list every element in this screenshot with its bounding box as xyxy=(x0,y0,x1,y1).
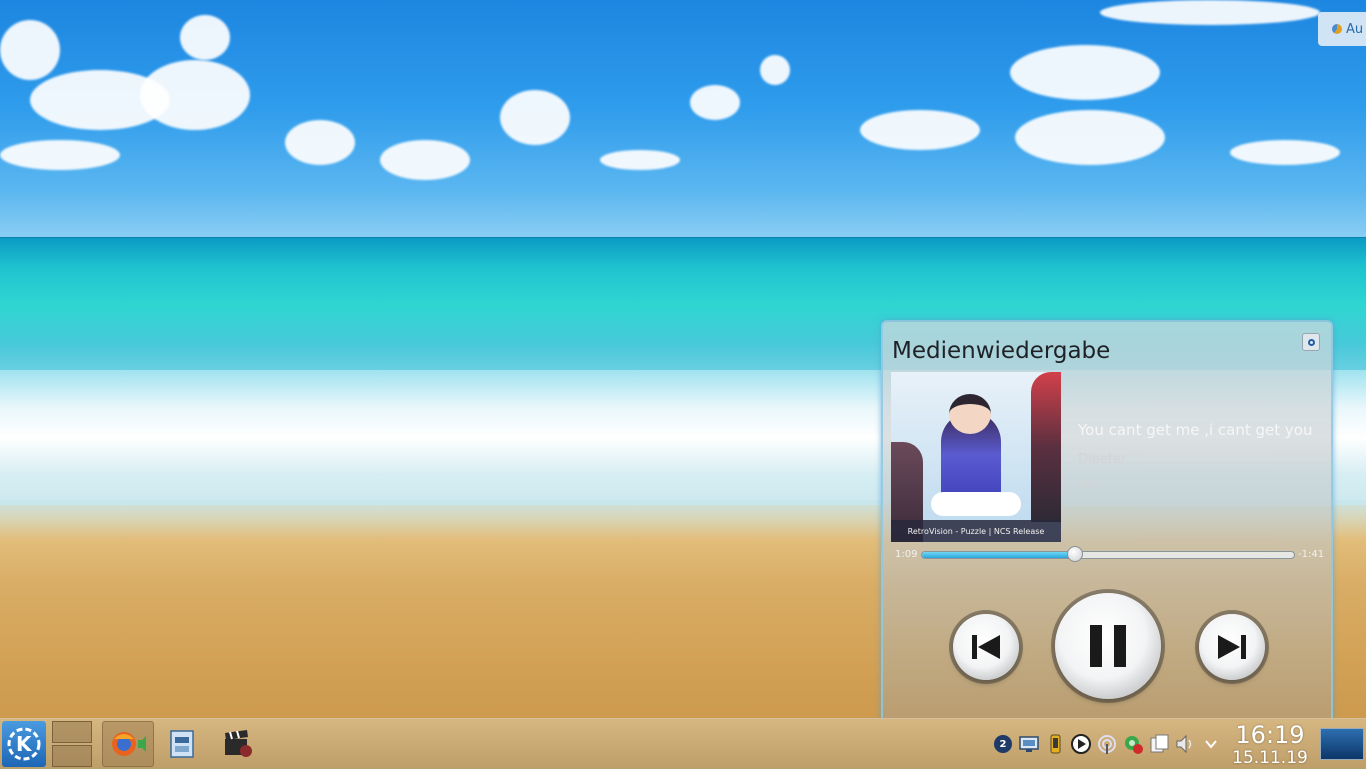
time-elapsed: 1:09 xyxy=(895,549,918,560)
video-player-launcher[interactable] xyxy=(222,728,254,760)
seek-slider[interactable] xyxy=(921,546,1295,562)
notification-chip-label: Au xyxy=(1346,21,1364,37)
file-manager-icon xyxy=(170,730,194,758)
klipper-tray-item[interactable] xyxy=(1018,733,1040,755)
media-player-popup: Medienwiedergabe RetroVision - Puzzle | … xyxy=(881,320,1333,720)
file-manager-launcher[interactable] xyxy=(166,728,198,760)
media-player-tray-item[interactable] xyxy=(1070,733,1092,755)
track-title: You cant get me ,i cant get you xyxy=(1078,421,1313,439)
network-tray-item[interactable] xyxy=(1096,733,1118,755)
removable-device-icon xyxy=(1150,734,1169,753)
clock-time: 16:19 xyxy=(1235,721,1305,749)
digital-clock[interactable]: 16:19 15.11.19 xyxy=(1226,721,1314,767)
system-tray: 2 xyxy=(992,732,1222,756)
notification-chip[interactable]: Au xyxy=(1318,12,1366,46)
tray-expand-button[interactable] xyxy=(1200,733,1222,755)
previous-track-button[interactable] xyxy=(953,614,1019,680)
updates-tray-item[interactable] xyxy=(1122,733,1144,755)
show-desktop-button[interactable] xyxy=(1320,728,1364,760)
volume-tray-item[interactable] xyxy=(1174,733,1196,755)
skip-previous-icon xyxy=(972,635,1000,659)
update-icon xyxy=(1332,24,1342,34)
application-launcher-button[interactable]: K xyxy=(2,721,46,767)
wireless-icon xyxy=(1098,735,1116,754)
pager-desktop-1[interactable] xyxy=(52,721,92,743)
clapperboard-icon xyxy=(225,730,252,757)
firefox-audio-icon xyxy=(112,732,146,756)
pin-button[interactable] xyxy=(1302,333,1320,351)
taskbar: K 2 16:19 15.11.19 xyxy=(0,718,1366,769)
display-icon xyxy=(1019,736,1039,752)
clock-date: 15.11.19 xyxy=(1232,748,1308,768)
time-remaining: -1:41 xyxy=(1298,549,1325,560)
skip-next-icon xyxy=(1218,635,1246,659)
play-pause-button[interactable] xyxy=(1055,593,1161,699)
track-album: FPS xyxy=(1078,479,1100,493)
notification-count: 2 xyxy=(999,738,1007,750)
phone-connect-icon xyxy=(1050,734,1061,754)
chevron-down-icon xyxy=(1205,740,1217,749)
pager-desktop-2[interactable] xyxy=(52,745,92,767)
virtual-desktop-pager[interactable] xyxy=(52,721,92,767)
pin-icon xyxy=(1307,338,1315,346)
device-notifier-tray-item[interactable] xyxy=(1148,733,1170,755)
album-art: RetroVision - Puzzle | NCS Release xyxy=(891,372,1061,542)
speaker-icon xyxy=(1176,734,1192,754)
media-player-title: Medienwiedergabe xyxy=(892,338,1111,364)
kde-logo-icon: K xyxy=(7,727,41,761)
pause-icon xyxy=(1090,625,1126,667)
kdeconnect-tray-item[interactable] xyxy=(1044,733,1066,755)
notifications-tray-item[interactable]: 2 xyxy=(992,733,1014,755)
seek-slider-fill xyxy=(922,552,1075,558)
track-artist: Dieeter xyxy=(1078,452,1127,467)
svg-text:K: K xyxy=(16,732,33,756)
seek-slider-handle[interactable] xyxy=(1066,546,1083,562)
gear-update-icon xyxy=(1125,736,1143,754)
taskbar-firefox-task[interactable] xyxy=(102,721,154,767)
next-track-button[interactable] xyxy=(1199,614,1265,680)
album-art-caption: RetroVision - Puzzle | NCS Release xyxy=(891,520,1061,542)
play-circle-icon xyxy=(1071,734,1091,754)
